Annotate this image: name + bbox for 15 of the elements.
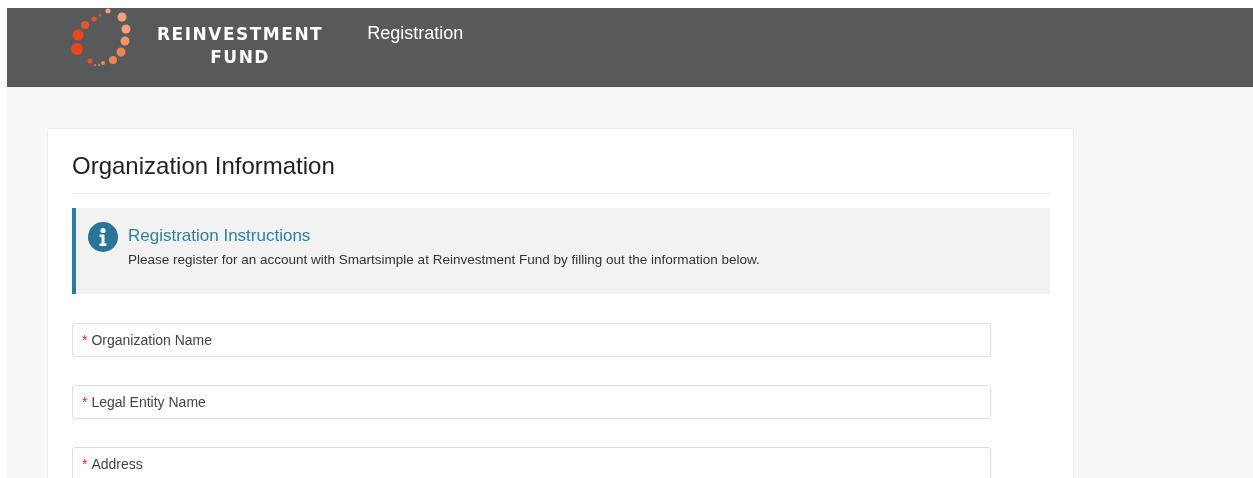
text-field[interactable]: * Legal Entity Name (72, 385, 991, 419)
instructions-title: Registration Instructions (128, 226, 312, 246)
field-label: Organization Name (91, 332, 213, 348)
required-asterisk: * (82, 394, 88, 410)
field-label: Legal Entity Name (91, 394, 206, 410)
info-icon (88, 222, 118, 252)
field-label: Address (91, 456, 143, 472)
text-field[interactable]: * Organization Name (72, 323, 991, 357)
required-asterisk: * (82, 456, 88, 472)
text-field[interactable]: * Address (72, 447, 991, 478)
instructions-text: Please register for an account with Smartsimple at Reinvestment Fund by filling out the information below. (128, 252, 760, 267)
section-title: Organization Information (72, 151, 336, 181)
required-asterisk: * (82, 332, 88, 348)
logo-wordmark: REINVESTMENT FUND (157, 23, 324, 69)
page-title: Registration (367, 23, 464, 44)
